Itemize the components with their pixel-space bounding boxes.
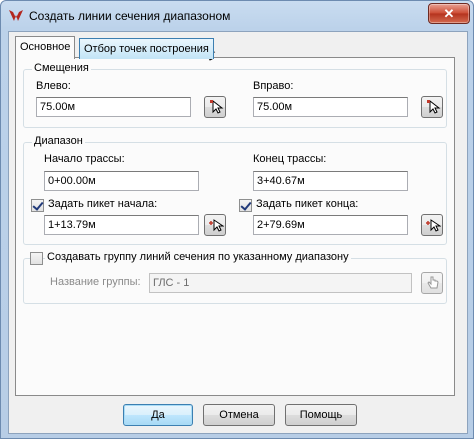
start-station-field[interactable]: 1+13.79м xyxy=(44,215,199,235)
set-end-station-checkbox[interactable] xyxy=(239,199,252,212)
pick-station-icon xyxy=(209,219,224,232)
pick-end-station-button[interactable] xyxy=(421,214,443,236)
create-group-label: Создавать группу линий сечения по указан… xyxy=(45,251,351,263)
pick-station-icon xyxy=(426,219,441,232)
dialog-window: Создать линии сечения диапазоном ✕ Основ… xyxy=(0,0,474,439)
tab-panel: Смещения Влево: 75.00м Вправо: 75.00м Ди… xyxy=(15,57,455,396)
set-end-station-label: Задать пикет конца: xyxy=(256,198,359,210)
dialog-client-area: Основное Отбор точек построения Смещения… xyxy=(8,31,468,434)
close-button[interactable]: ✕ xyxy=(428,3,470,24)
offsets-legend: Смещения xyxy=(32,62,91,74)
offsets-group: Смещения Влево: 75.00м Вправо: 75.00м xyxy=(23,62,447,128)
set-start-station-label: Задать пикет начала: xyxy=(48,198,158,210)
create-group-checkbox[interactable] xyxy=(30,252,43,265)
section-group-box: Создавать группу линий сечения по указан… xyxy=(23,251,447,304)
left-offset-field[interactable]: 75.00м xyxy=(36,97,191,117)
group-name-field[interactable]: ГЛС - 1 xyxy=(149,273,412,293)
pick-right-offset-button[interactable] xyxy=(421,96,443,118)
hand-pointer-icon xyxy=(427,276,439,289)
pick-start-station-button[interactable] xyxy=(204,214,226,236)
alignment-end-label: Конец трассы: xyxy=(253,153,327,165)
end-station-field[interactable]: 2+79.69м xyxy=(253,215,408,235)
tab-basic[interactable]: Основное xyxy=(15,36,76,59)
alignment-start-label: Начало трассы: xyxy=(44,153,125,165)
tab-point-selection-label: Отбор точек построения xyxy=(84,43,209,55)
alignment-end-field[interactable]: 3+40.67м xyxy=(253,171,408,191)
tab-basic-label: Основное xyxy=(20,41,71,53)
app-logo-icon xyxy=(9,10,23,21)
range-legend: Диапазон xyxy=(32,135,85,147)
close-icon: ✕ xyxy=(443,6,455,21)
set-start-station-checkbox[interactable] xyxy=(31,199,44,212)
pick-cursor-icon xyxy=(210,99,224,114)
right-offset-field[interactable]: 75.00м xyxy=(253,97,408,117)
help-button[interactable]: Помощь xyxy=(285,404,357,426)
ok-button[interactable]: Да xyxy=(123,404,193,426)
range-group: Диапазон Начало трассы: 0+00.00м Конец т… xyxy=(23,135,447,245)
pick-cursor-icon xyxy=(427,99,441,114)
group-name-label: Название группы: xyxy=(50,276,141,288)
right-offset-label: Вправо: xyxy=(253,80,294,92)
left-offset-label: Влево: xyxy=(36,80,71,92)
window-title: Создать линии сечения диапазоном xyxy=(29,9,231,23)
cancel-button[interactable]: Отмена xyxy=(203,404,275,426)
alignment-start-field[interactable]: 0+00.00м xyxy=(44,171,199,191)
pick-left-offset-button[interactable] xyxy=(204,96,226,118)
title-bar: Создать линии сечения диапазоном ✕ xyxy=(1,1,473,31)
tab-point-selection[interactable]: Отбор точек построения xyxy=(79,38,214,59)
group-style-button[interactable] xyxy=(421,272,443,294)
